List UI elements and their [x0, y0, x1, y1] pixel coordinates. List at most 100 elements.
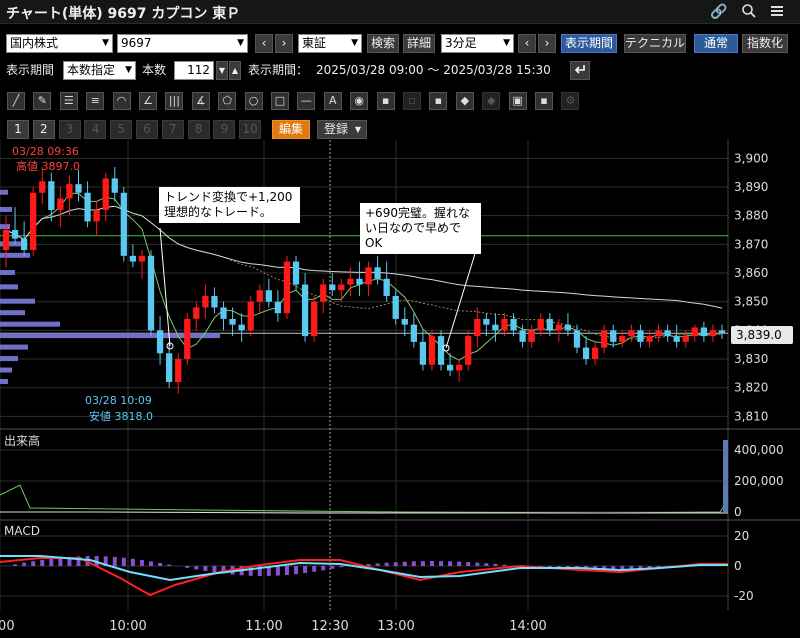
register-button[interactable]: 登録 ▼ [317, 120, 367, 139]
macd-histogram-bar [303, 566, 308, 574]
page-button-3[interactable]: 3 [58, 120, 81, 139]
fan-tool-icon[interactable]: ∠ [139, 92, 157, 110]
volume-profile-bar [0, 206, 12, 212]
page-button-9[interactable]: 9 [213, 120, 236, 139]
next-code-button[interactable]: › [275, 34, 293, 53]
macd-histogram-bar [194, 566, 199, 570]
normal-button[interactable]: 通常 [694, 34, 738, 53]
page-button-4[interactable]: 4 [84, 120, 107, 139]
candle-body [311, 301, 318, 337]
prev-code-button[interactable]: ‹ [255, 34, 273, 53]
menu-icon[interactable] [768, 3, 786, 21]
macd-histogram-bar [158, 562, 163, 566]
select-tool-icon[interactable]: ▪ [429, 92, 448, 110]
page-button-6[interactable]: 6 [136, 120, 158, 139]
interval-select[interactable]: 3分足 ▼ [441, 34, 514, 53]
paste-tool-icon[interactable]: ▫ [403, 92, 421, 110]
macd-histogram-bar [284, 566, 289, 575]
macd-histogram-bar [402, 561, 407, 566]
exchange-select[interactable]: 東証 ▼ [298, 34, 362, 53]
search-button[interactable]: 検索 [367, 34, 399, 53]
hline-tool-icon[interactable]: — [297, 92, 316, 110]
candle-body [11, 230, 19, 239]
return-icon [574, 65, 585, 74]
window-title: チャート(単体) 9697 カプコン 東Ｐ [6, 6, 241, 22]
y-tick-label: 3,810 [734, 409, 768, 423]
detail-button[interactable]: 詳細 [403, 34, 435, 53]
trendline-tool-icon[interactable]: ╱ [7, 92, 25, 110]
erase-all-tool-icon[interactable]: ◆ [482, 92, 501, 110]
macd-histogram-bar [366, 564, 371, 566]
rect-tool-icon[interactable]: □ [271, 92, 289, 110]
count-down-button[interactable]: ▼ [216, 61, 228, 80]
volume-profile-bar [0, 321, 60, 327]
macd-histogram-bar [185, 566, 190, 568]
lock-tool-icon[interactable]: ▪ [535, 92, 553, 110]
macd-histogram-bar [167, 564, 172, 566]
technical-button[interactable]: テクニカル [624, 34, 686, 53]
candle-body [20, 238, 28, 251]
circle-tool-icon[interactable]: ○ [244, 92, 263, 110]
candle-body [147, 255, 155, 331]
x-tick-label: 14:00 [509, 619, 546, 634]
candle-body [501, 318, 508, 331]
chevron-down-icon: ▼ [351, 38, 358, 48]
count-input[interactable]: 112 [174, 61, 214, 80]
magnet-tool-icon[interactable]: ▣ [508, 92, 527, 110]
candle-body [619, 336, 626, 342]
trade-note-1[interactable]: トレンド変換で+1,200 理想的なトレード。 [159, 187, 300, 223]
candle-body [664, 330, 671, 337]
edit-button[interactable]: 編集 [272, 120, 310, 139]
angle-tool-icon[interactable]: ∡ [191, 92, 210, 110]
parallel-tool-icon[interactable]: ☰ [59, 92, 78, 110]
count-label: 本数 [142, 63, 167, 77]
count-up-button[interactable]: ▲ [229, 61, 241, 80]
search-icon[interactable] [740, 3, 758, 21]
candle-body [301, 284, 309, 337]
trade-note-2[interactable]: +690完璧。握れない日なので早めでOK [360, 203, 481, 254]
prev-interval-button[interactable]: ‹ [518, 34, 536, 53]
market-select[interactable]: 国内株式 ▼ [6, 34, 113, 53]
page-button-2[interactable]: 2 [32, 120, 55, 139]
candle-body [156, 330, 164, 354]
reset-range-button[interactable] [570, 61, 590, 80]
page-button-7[interactable]: 7 [161, 120, 184, 139]
y-tick-label: 3,870 [734, 237, 768, 251]
page-button-8[interactable]: 8 [187, 120, 210, 139]
candle-body [329, 284, 336, 291]
gear-icon[interactable]: ⚙ [561, 92, 580, 110]
code-select[interactable]: 9697 ▼ [117, 34, 248, 53]
text-tool-icon[interactable]: A [323, 92, 342, 110]
page-button-5[interactable]: 5 [110, 120, 133, 139]
pentagon-tool-icon[interactable]: ⬠ [218, 92, 237, 110]
candle-body [111, 178, 118, 193]
volume-profile-bar [0, 367, 12, 373]
index-button[interactable]: 指数化 [742, 34, 788, 53]
candle-body [483, 318, 490, 325]
candle-body [446, 364, 454, 371]
macd-histogram-bar [429, 561, 434, 566]
page-button-10[interactable]: 10 [239, 120, 262, 139]
macd-histogram-bar [393, 562, 398, 566]
candle-body [419, 341, 427, 365]
candle-body [283, 261, 291, 314]
link-icon[interactable]: 🔗 [710, 3, 728, 21]
cycle-tool-icon[interactable]: ||| [165, 92, 184, 110]
stamp-tool-icon[interactable]: ◉ [350, 92, 369, 110]
candle-body [256, 290, 263, 302]
candle-body [202, 295, 209, 308]
count-mode-select[interactable]: 本数指定 ▼ [63, 61, 136, 80]
x-tick-label: 11:00 [245, 619, 282, 634]
macd-histogram-bar [31, 561, 36, 566]
arc-tool-icon[interactable]: ◠ [112, 92, 131, 110]
pencil-tool-icon[interactable]: ✎ [33, 92, 52, 110]
next-interval-button[interactable]: › [538, 34, 556, 53]
period-button[interactable]: 表示期間 [561, 34, 617, 53]
candle-body [193, 307, 200, 319]
candle-body [682, 336, 689, 342]
copy-tool-icon[interactable]: ▪ [376, 92, 395, 110]
erase-tool-icon[interactable]: ◆ [455, 92, 474, 110]
page-button-1[interactable]: 1 [7, 120, 29, 139]
macd-tick-label: 0 [734, 559, 742, 573]
lines-tool-icon[interactable]: ≡ [86, 92, 105, 110]
